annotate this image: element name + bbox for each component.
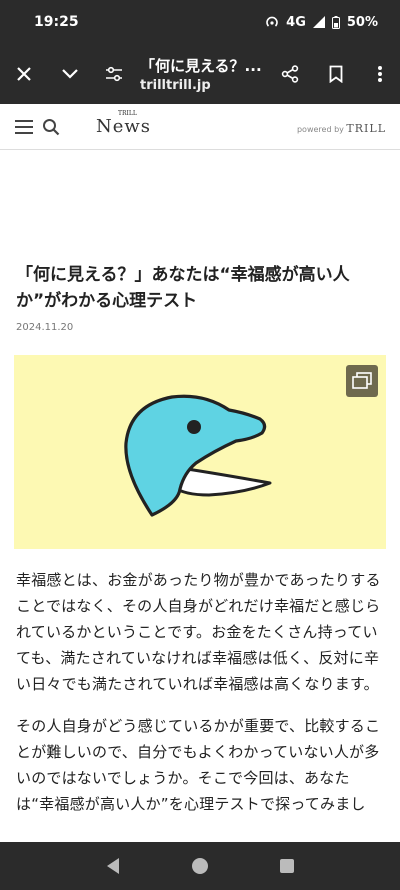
gallery-button[interactable]: [346, 365, 378, 397]
article-title: 「何に見える？」あなたは“幸福感が高い人か”がわかる心理テスト: [16, 265, 350, 311]
signal-icon: [312, 16, 325, 28]
page-title-area[interactable]: 「何に見える？... trilltrill.jp: [134, 55, 270, 93]
page-title: 「何に見える？...: [140, 57, 262, 75]
tune-icon: [106, 66, 122, 82]
article-date: 2024.11.20: [16, 322, 74, 333]
more-vert-icon: [378, 66, 382, 82]
battery-icon: [331, 15, 340, 29]
page-domain: trilltrill.jp: [140, 78, 211, 93]
dolphin-illustration: [124, 394, 272, 517]
status-time: 19:25: [34, 14, 79, 30]
browser-toolbar: 「何に見える？... trilltrill.jp: [0, 44, 400, 104]
bookmark-button[interactable]: [316, 44, 356, 104]
powered-by-label: powered by: [296, 125, 344, 134]
more-options-button[interactable]: [360, 44, 400, 104]
powered-by: powered by TRILL: [297, 122, 386, 135]
article-paragraph: その人自身がどう感じているかが重要で、比較することが難しいので、自分でもよくわか…: [16, 717, 381, 813]
page-settings-button[interactable]: [94, 44, 134, 104]
network-label: 4G: [286, 14, 306, 30]
article-paragraph: 幸福感とは、お金があったり物が豊かであったりすることではなく、その人自身がどれだ…: [16, 571, 381, 693]
gallery-icon: [352, 372, 372, 389]
share-icon: [281, 65, 299, 83]
menu-icon[interactable]: [14, 119, 34, 135]
search-icon[interactable]: [42, 118, 60, 136]
close-icon: [17, 67, 31, 81]
site-header: TRILL News powered by TRILL: [0, 104, 400, 150]
site-logo-text: News: [96, 116, 152, 137]
status-icons: 4G 50%: [265, 15, 378, 30]
hotspot-icon: [266, 16, 278, 27]
recents-icon[interactable]: [279, 858, 295, 874]
status-bar: 19:25 4G 50%: [0, 0, 400, 44]
article-body: 幸福感とは、お金があったり物が豊かであったりすることではなく、その人自身がどれだ…: [0, 549, 400, 817]
chevron-down-icon: [62, 69, 78, 79]
back-icon[interactable]: [105, 857, 121, 875]
home-icon[interactable]: [191, 857, 209, 875]
ad-space: [0, 150, 400, 262]
battery-label: 50%: [346, 14, 378, 30]
collapse-button[interactable]: [50, 44, 90, 104]
site-logo[interactable]: TRILL News: [96, 110, 152, 137]
web-page: TRILL News powered by TRILL 「何に見える？」あなたは…: [0, 104, 400, 842]
hero-image[interactable]: [14, 355, 386, 549]
site-logo-small: TRILL: [118, 110, 137, 117]
powered-by-brand: TRILL: [346, 122, 386, 135]
close-button[interactable]: [4, 44, 44, 104]
system-nav-bar: [0, 842, 400, 890]
bookmark-icon: [329, 65, 343, 83]
share-button[interactable]: [270, 44, 310, 104]
